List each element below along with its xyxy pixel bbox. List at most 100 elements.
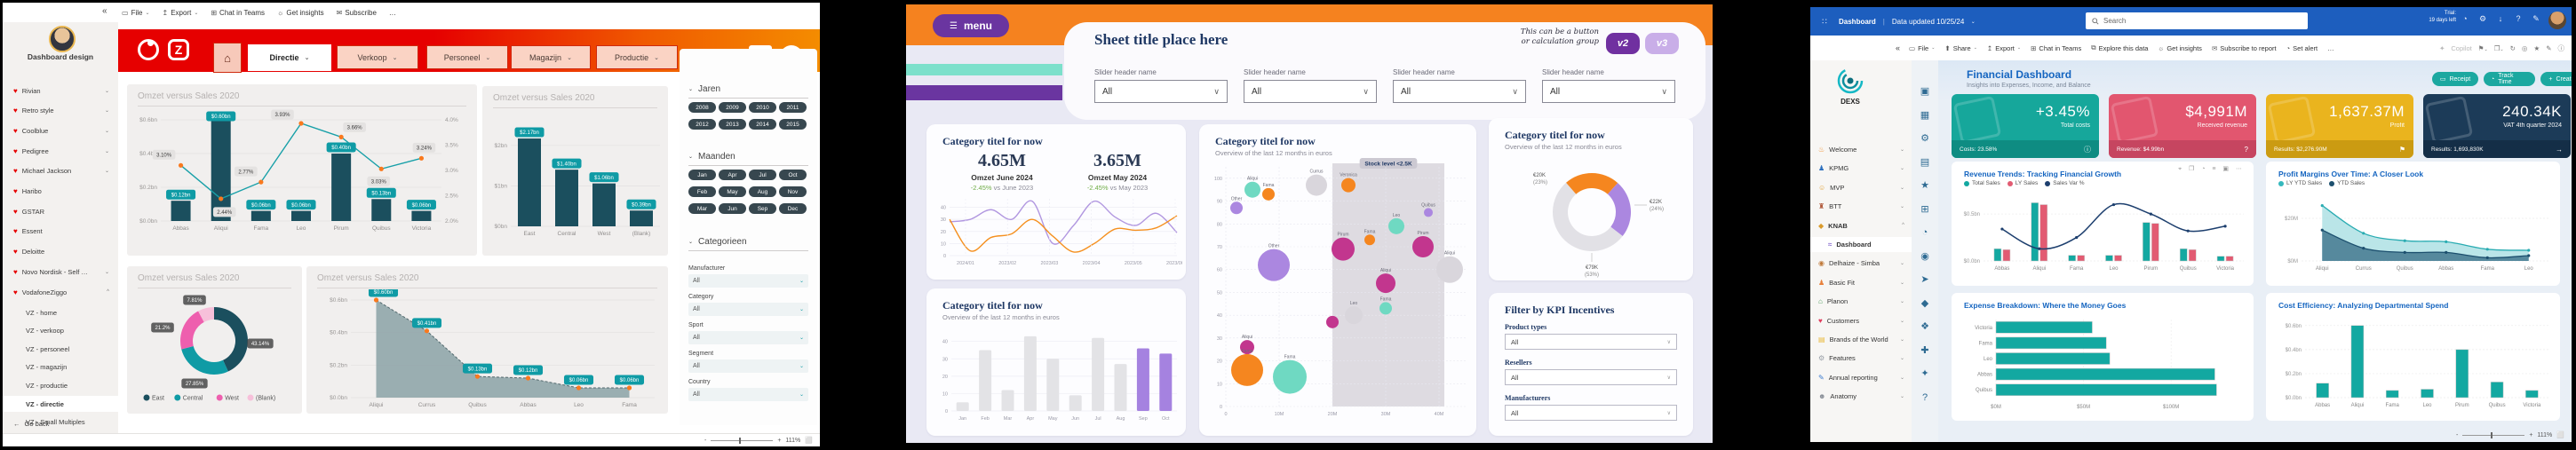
toolbar-item-subscribe[interactable]: ✉ Subscribe [337, 9, 377, 17]
toolbar-item-file[interactable]: ▭ File ⌄ [1909, 43, 1935, 52]
month-pill-dec[interactable]: Dec [779, 203, 807, 214]
year-pill-2012[interactable]: 2012 [688, 119, 716, 130]
zoom-in-button[interactable]: + [2529, 432, 2532, 438]
zoom-slider[interactable] [711, 437, 774, 444]
slider-dropdown[interactable]: All ∨ [1542, 80, 1675, 103]
month-pill-apr[interactable]: Apr [719, 170, 746, 180]
help-icon[interactable]: ? [2509, 14, 2527, 24]
month-pill-mar[interactable]: Mar [688, 203, 716, 214]
slider-dropdown[interactable]: All ∨ [1094, 80, 1228, 103]
tab-verkoop[interactable]: Verkoop ⌄ [337, 45, 418, 69]
car-icon[interactable]: ◆ [1915, 296, 1935, 312]
section-title[interactable]: ⌄ Maanden [688, 152, 808, 166]
month-pill-nov[interactable]: Nov [779, 186, 807, 197]
field-dropdown[interactable]: All ∨ [1505, 369, 1677, 385]
download-icon[interactable]: ↓ [2492, 14, 2509, 24]
help-icon[interactable]: ? [2245, 146, 2248, 154]
year-pill-2011[interactable]: 2011 [779, 102, 807, 113]
avatar[interactable] [2548, 12, 2566, 29]
section-title[interactable]: ⌄ Categorieen [688, 237, 808, 251]
sidebar-subitem-vz-home[interactable]: VZ - home [3, 304, 118, 320]
slider-dropdown[interactable]: All ∨ [1393, 80, 1526, 103]
toolbar-item-explore-this-data[interactable]: ⧉ Explore this data [2091, 43, 2148, 52]
sidebar-item-michael-jackson[interactable]: ♥ Michael Jackson ⌄ [3, 163, 118, 179]
sidebar-item-btt[interactable]: ♜ BTT ⌄ [1810, 199, 1912, 214]
zoom-out-button[interactable]: - [2456, 432, 2458, 438]
compass-icon[interactable]: ➤ [1915, 272, 1935, 288]
month-pill-jul[interactable]: Jul [749, 170, 776, 180]
version-v3-button[interactable]: v3 [1645, 33, 1679, 54]
gear-icon[interactable]: ⚙ [1915, 130, 1935, 147]
bell-icon[interactable]: ◔ [2456, 14, 2474, 24]
sidebar-item-features[interactable]: ⚙ Features ⌄ [1810, 351, 1912, 366]
field-dropdown[interactable]: All ∨ [1505, 334, 1677, 350]
home-tab[interactable]: ⌂ [213, 43, 242, 73]
collapse-sidebar-icon[interactable]: « [1896, 43, 1900, 52]
tv-icon[interactable]: ▣ [1915, 83, 1935, 100]
sidebar-subitem-vz-magazijn[interactable]: VZ - magazijn [3, 359, 118, 375]
dropdown-category[interactable]: All ⌄ [688, 303, 808, 316]
sidebar-subitem-vz-verkoop[interactable]: VZ - verkoop [3, 323, 118, 339]
sidebar-item-planon[interactable]: ⌂ Planon ⌄ [1810, 294, 1912, 309]
menu-button[interactable]: ☰ menu [933, 14, 1009, 37]
arrow-icon[interactable]: → [2556, 146, 2563, 154]
mouse-icon[interactable]: ◉ [1915, 249, 1935, 265]
tab-magazijn[interactable]: Magazijn ⌄ [511, 45, 591, 69]
sidebar-item-delhaize-simba[interactable]: ◉ Delhaize - Simba ⌄ [1810, 256, 1912, 271]
info-icon[interactable]: ⓘ [2084, 145, 2091, 154]
bookmark-icon[interactable]: ⚑ [2399, 146, 2405, 154]
button-create-invoice[interactable]: +Create Invoice [2540, 72, 2572, 86]
toolbar-item-set-alert[interactable]: ◔ Set alert [2286, 43, 2318, 52]
clock-icon[interactable]: ◔ [1915, 225, 1935, 241]
dropdown-segment[interactable]: All ⌄ [688, 359, 808, 373]
dropdown-country[interactable]: All ⌄ [688, 388, 808, 401]
sidebar-subitem-dashboard[interactable]: ≈ Dashboard [1810, 237, 1912, 252]
sidebar-item-basic-fit[interactable]: ♟ Basic Fit ⌄ [1810, 275, 1912, 290]
sidebar-item-gstar[interactable]: ♥ GSTAR [3, 203, 118, 219]
year-pill-2013[interactable]: 2013 [719, 119, 746, 130]
button-receipt[interactable]: ▭ Receipt [2432, 72, 2478, 86]
month-pill-feb[interactable]: Feb [688, 186, 716, 197]
dropdown-sport[interactable]: All ⌄ [688, 331, 808, 344]
button-track-time[interactable]: ◔ Track Time [2484, 72, 2535, 86]
package-icon[interactable]: ❖ [1915, 319, 1935, 336]
view-icon[interactable]: ❐⌄ [2494, 44, 2504, 52]
copilot-label[interactable]: Copilot [2451, 44, 2471, 52]
favorite-icon[interactable]: ★ [2533, 44, 2540, 52]
kpi-card-1[interactable]: +3.45% Total costs Costs: 23.58% ⓘ [1952, 94, 2099, 158]
kpi-card-3[interactable]: 1,637.37M Profit Results: $2,276.90M ⚑ [2266, 94, 2413, 158]
help-icon[interactable]: ? [1915, 390, 1935, 407]
sidebar-item-customers[interactable]: ♥ Customers ⌄ [1810, 313, 1912, 328]
section-title[interactable]: ⌄ Jaren [688, 84, 808, 99]
toolbar-item-chat-in-teams[interactable]: ⊞ Chat in Teams [2031, 43, 2081, 52]
version-v2-button[interactable]: v2 [1606, 33, 1640, 54]
sidebar-item-essent[interactable]: ♥ Essent [3, 224, 118, 240]
sidebar-item-coolblue[interactable]: ♥ Coolblue ⌄ [3, 122, 118, 138]
sidebar-item-annual-reporting[interactable]: ✎ Annual reporting ⌄ [1810, 370, 1912, 385]
go-back-button[interactable]: ← Go back [3, 415, 118, 431]
settings-icon[interactable]: ⚙ [2474, 14, 2492, 24]
target-icon[interactable]: ◎ [2522, 44, 2528, 52]
collapse-sidebar-icon[interactable]: « [102, 6, 107, 16]
refresh-icon[interactable]: ↻ [2510, 44, 2516, 52]
sidebar-item-rivian[interactable]: ♥ Rivian ⌄ [3, 83, 118, 99]
kpi-card-4[interactable]: 240.34K VAT 4th quarter 2024 Results: 1,69… [2423, 94, 2571, 158]
sidebar-item-anatomy[interactable]: ☻ Anatomy ⌄ [1810, 389, 1912, 404]
sidebar-item-kpmg[interactable]: ♟ KPMG ⌄ [1810, 161, 1912, 176]
month-pill-oct[interactable]: Oct [779, 170, 807, 180]
field-dropdown[interactable]: All ∨ [1505, 405, 1677, 421]
sidebar-item-deloitte[interactable]: ♥ Deloitte [3, 244, 118, 260]
tab-productie[interactable]: Productie ⌄ [596, 45, 678, 69]
tab-directie[interactable]: Directie ⌄ [248, 44, 331, 71]
sidebar-item-novo-nordisk-self-[interactable]: ♥ Novo Nordisk - Self … ⌄ [3, 264, 118, 280]
tab-personeel[interactable]: Personeel ⌄ [426, 45, 508, 69]
month-pill-jan[interactable]: Jan [688, 170, 716, 180]
toolbar-item-export[interactable]: ↥ Export ⌄ [162, 9, 198, 17]
info-icon[interactable]: ⓘ [2558, 43, 2565, 53]
year-pill-2008[interactable]: 2008 [688, 102, 716, 113]
zoom-slider[interactable] [2462, 431, 2525, 438]
feedback-icon[interactable]: ✎ [2527, 14, 2545, 24]
toolbar-item-export[interactable]: ↥ Export ⌄ [1987, 43, 2021, 52]
sidebar-subitem-vz-productie[interactable]: VZ - productie [3, 377, 118, 393]
zoom-in-button[interactable]: + [777, 438, 781, 444]
